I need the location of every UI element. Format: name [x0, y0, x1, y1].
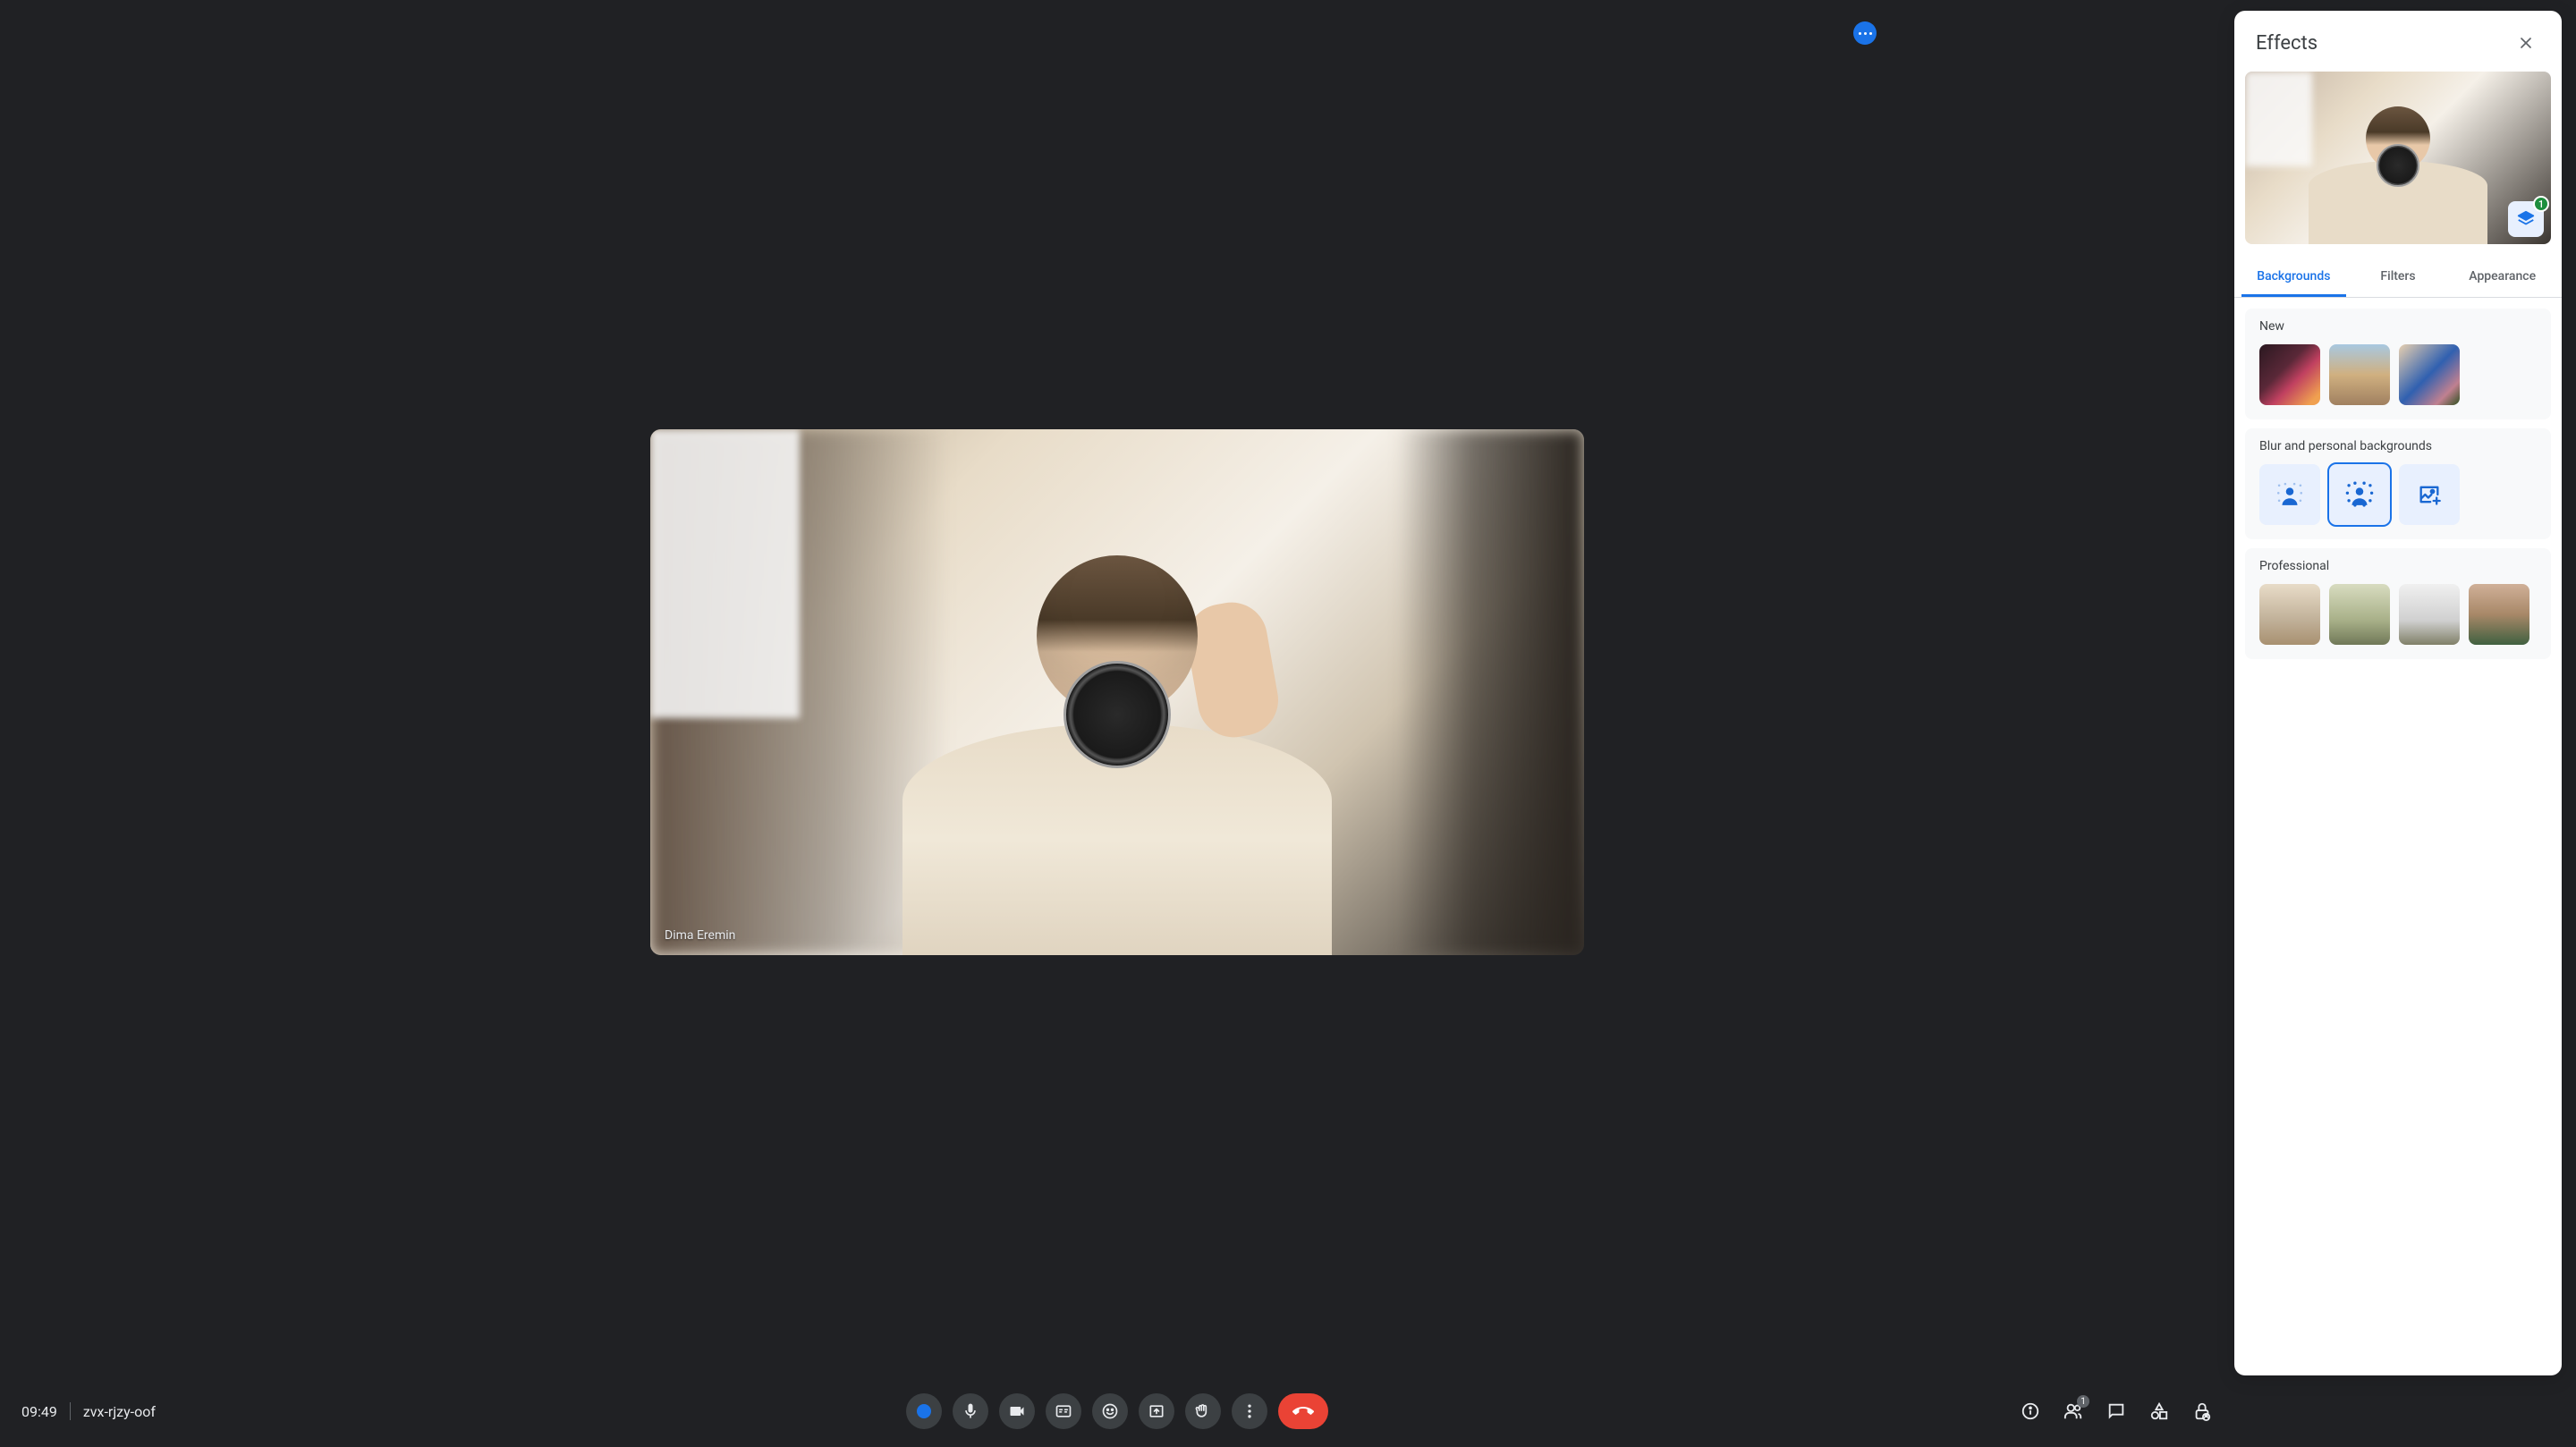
participant-name-label: Dima Eremin	[665, 928, 735, 943]
participants-button[interactable]: 1	[2063, 1400, 2084, 1422]
host-controls-button[interactable]	[2191, 1400, 2213, 1422]
background-option[interactable]	[2259, 344, 2320, 405]
section-new-title: New	[2259, 319, 2537, 334]
effects-tabs: Backgrounds Filters Appearance	[2234, 258, 2562, 298]
background-option[interactable]	[2329, 344, 2390, 405]
applied-effects-count: 1	[2533, 196, 2549, 212]
background-option[interactable]	[2399, 344, 2460, 405]
more-vertical-icon	[1241, 1402, 1258, 1420]
status-indicator-button[interactable]	[906, 1393, 942, 1429]
layers-icon	[2516, 209, 2536, 229]
blur-icon	[2344, 479, 2375, 510]
reactions-button[interactable]	[1092, 1393, 1128, 1429]
more-horizontal-icon	[1859, 32, 1872, 35]
divider	[70, 1402, 71, 1420]
lock-person-icon	[2192, 1401, 2212, 1421]
effects-preview: 1	[2245, 72, 2551, 244]
close-effects-button[interactable]	[2508, 25, 2544, 61]
captions-icon	[1055, 1402, 1072, 1420]
effects-panel-title: Effects	[2256, 32, 2318, 55]
background-option[interactable]	[2399, 584, 2460, 645]
section-new: New	[2245, 309, 2551, 419]
chat-button[interactable]	[2106, 1400, 2127, 1422]
camera-icon	[1008, 1402, 1026, 1420]
applied-effects-button[interactable]: 1	[2508, 201, 2544, 237]
effects-panel: Effects 1 Backgrounds Filters Appearance…	[2234, 11, 2562, 1375]
clock-label: 09:49	[21, 1403, 57, 1420]
hangup-icon	[1292, 1400, 1314, 1422]
slight-blur-icon	[2275, 479, 2305, 510]
self-video-tile[interactable]: Dima Eremin	[650, 429, 1584, 955]
background-option[interactable]	[2329, 584, 2390, 645]
emoji-icon	[1101, 1402, 1119, 1420]
raise-hand-button[interactable]	[1185, 1393, 1221, 1429]
section-blur: Blur and personal backgrounds	[2245, 428, 2551, 539]
meeting-details-button[interactable]	[2020, 1400, 2041, 1422]
present-screen-button[interactable]	[1139, 1393, 1174, 1429]
background-option[interactable]	[2469, 584, 2529, 645]
close-icon	[2517, 34, 2535, 52]
meeting-code-label: zvx-rjzy-oof	[83, 1403, 156, 1420]
chat-icon	[2106, 1401, 2126, 1421]
tab-appearance[interactable]: Appearance	[2450, 258, 2555, 297]
video-stage: Dima Eremin	[0, 0, 2234, 1375]
blur-button[interactable]	[2329, 464, 2390, 525]
info-icon	[2021, 1401, 2040, 1421]
overflow-options-button[interactable]	[1853, 21, 1877, 45]
hand-icon	[1194, 1402, 1212, 1420]
leave-call-button[interactable]	[1278, 1393, 1328, 1429]
more-options-button[interactable]	[1232, 1393, 1267, 1429]
section-professional-title: Professional	[2259, 559, 2537, 573]
shapes-icon	[2149, 1401, 2169, 1421]
background-option[interactable]	[2259, 584, 2320, 645]
present-icon	[1148, 1402, 1165, 1420]
upload-background-button[interactable]	[2399, 464, 2460, 525]
tab-filters[interactable]: Filters	[2346, 258, 2451, 297]
camera-button[interactable]	[999, 1393, 1035, 1429]
upload-image-icon	[2417, 482, 2442, 507]
section-blur-title: Blur and personal backgrounds	[2259, 439, 2537, 453]
call-controls-bar: 09:49 zvx-rjzy-oof	[0, 1375, 2234, 1447]
participant-count-badge: 1	[2077, 1395, 2089, 1408]
captions-button[interactable]	[1046, 1393, 1081, 1429]
microphone-button[interactable]	[953, 1393, 988, 1429]
tab-backgrounds[interactable]: Backgrounds	[2241, 258, 2346, 297]
slight-blur-button[interactable]	[2259, 464, 2320, 525]
section-professional: Professional	[2245, 548, 2551, 659]
microphone-icon	[962, 1402, 979, 1420]
status-indicator-icon	[917, 1404, 931, 1418]
activities-button[interactable]	[2148, 1400, 2170, 1422]
